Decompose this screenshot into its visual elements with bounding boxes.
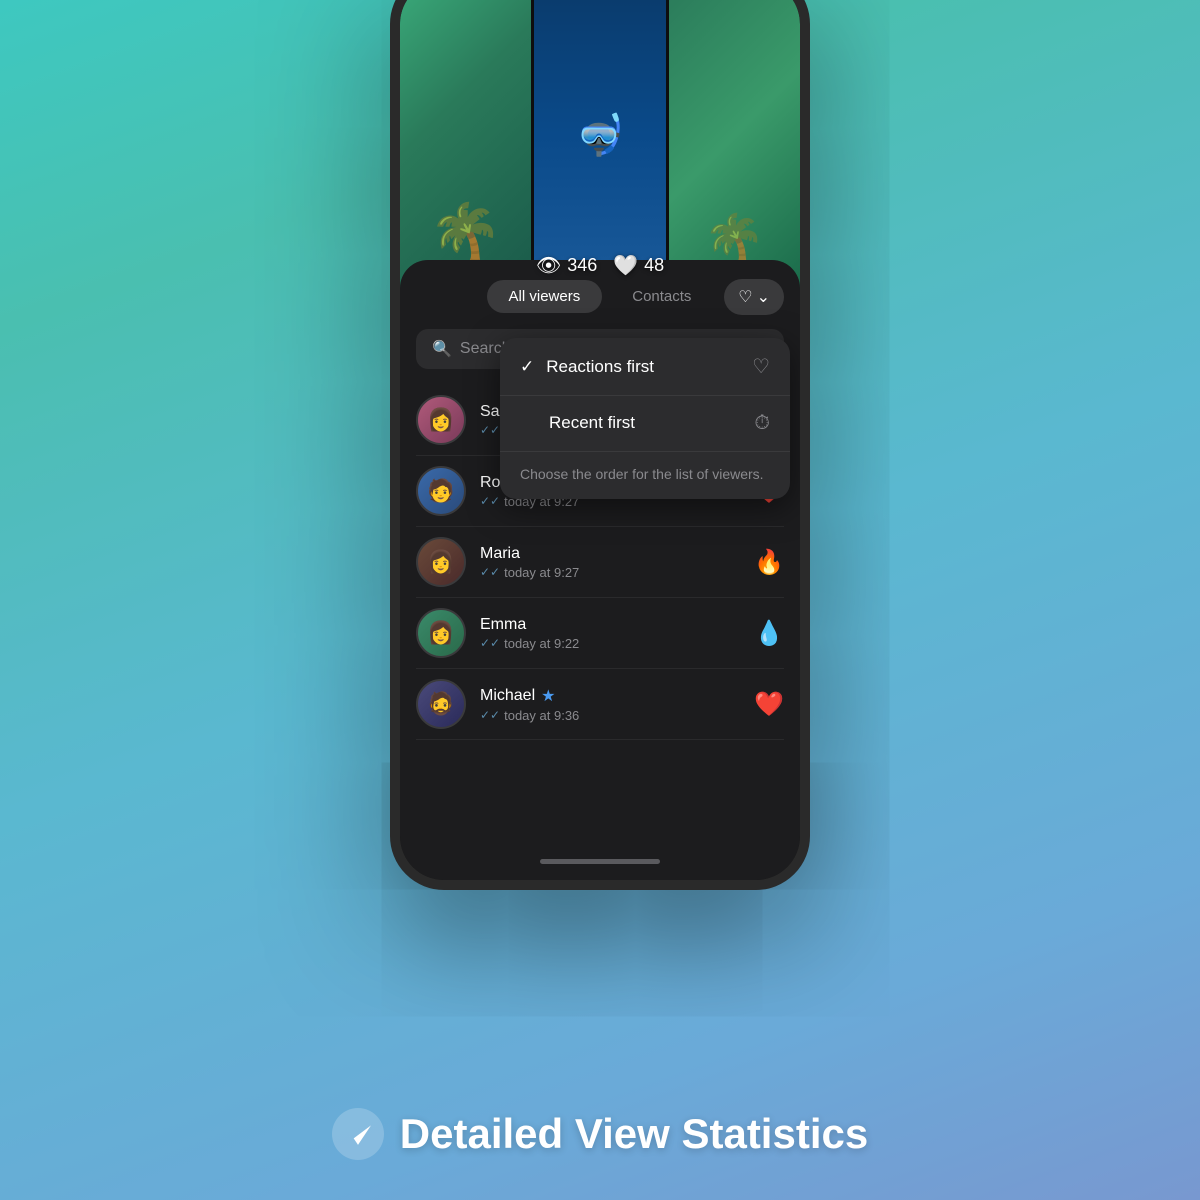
page-wrapper: 👁 346 🤍 48 All viewers Contacts ♡ [0,0,1200,1200]
scroll-indicator [540,859,660,864]
viewer-name-emma: Emma [480,616,784,634]
image-cell-2 [534,0,665,290]
reaction-droplets: 💧 [754,619,784,648]
viewer-time-maria: ✓✓ today at 9:27 [480,565,784,580]
chevron-down-icon: ⌄ [757,287,770,307]
dropdown-reactions-first[interactable]: ✓ Reactions first ♡ [500,338,790,395]
reaction-red-heart: ❤️ [754,690,784,719]
reaction-fire: 🔥 [754,548,784,577]
avatar-michael: 🧔 [416,679,466,729]
tab-all-viewers[interactable]: All viewers [487,280,603,313]
view-count: 👁 346 [536,253,597,278]
search-icon: 🔍 [432,339,452,359]
tagline-text: Detailed View Statistics [400,1110,868,1158]
heart-sort-icon: ♡ [738,287,752,307]
app-tagline: Detailed View Statistics [0,1108,1200,1160]
bottom-panel: All viewers Contacts ♡ ⌄ ✓ Reactions fir… [400,260,800,880]
image-cell-1 [400,0,531,290]
sort-button[interactable]: ♡ ⌄ [724,279,784,315]
viewer-name-michael: Michael ★ [480,686,784,706]
read-receipt-icon: ✓✓ [480,423,500,437]
telegram-logo-icon [332,1108,384,1160]
checkmark-icon: ✓ [520,357,534,377]
viewer-item-maria[interactable]: 👩 Maria ✓✓ today at 9:27 🔥 [416,527,784,598]
avatar-maria: 👩 [416,537,466,587]
read-receipt-icon: ✓✓ [480,565,500,579]
phone-mockup: 👁 346 🤍 48 All viewers Contacts ♡ [390,0,810,890]
viewer-info-michael: Michael ★ ✓✓ today at 9:36 [480,686,784,723]
tab-contacts[interactable]: Contacts [610,280,713,313]
tab-bar: All viewers Contacts ♡ ⌄ ✓ Reactions fir… [400,280,800,329]
image-cell-3 [669,0,800,290]
image-grid: 👁 346 🤍 48 [400,0,800,290]
avatar-rob: 🧑 [416,466,466,516]
clock-icon: ⏱ [754,412,770,435]
viewer-item-emma[interactable]: 👩 Emma ✓✓ today at 9:22 💧 [416,598,784,669]
viewer-info-maria: Maria ✓✓ today at 9:27 [480,545,784,580]
phone-screen: 👁 346 🤍 48 All viewers Contacts ♡ [400,0,800,880]
viewer-info-emma: Emma ✓✓ today at 9:22 [480,616,784,651]
eye-icon: 👁 [536,253,561,278]
dropdown-description: Choose the order for the list of viewers… [500,451,790,499]
read-receipt-icon: ✓✓ [480,494,500,508]
like-count: 🤍 48 [613,253,664,278]
viewer-name-maria: Maria [480,545,784,563]
stats-bar: 👁 346 🤍 48 [536,253,664,278]
heart-icon: 🤍 [613,253,638,278]
viewer-time-emma: ✓✓ today at 9:22 [480,636,784,651]
sort-dropdown: ✓ Reactions first ♡ Recent first ⏱ [500,338,790,499]
premium-star-icon: ★ [541,686,555,706]
avatar-emma: 👩 [416,608,466,658]
dropdown-recent-first[interactable]: Recent first ⏱ [500,396,790,451]
bottom-text-section: Detailed View Statistics [0,1108,1200,1160]
viewer-item-michael[interactable]: 🧔 Michael ★ ✓✓ today at 9:36 ❤️ [416,669,784,740]
heart-option-icon: ♡ [752,354,770,379]
read-receipt-icon: ✓✓ [480,636,500,650]
read-receipt-icon: ✓✓ [480,708,500,722]
avatar-sara: 👩 [416,395,466,445]
viewer-time-michael: ✓✓ today at 9:36 [480,708,784,723]
